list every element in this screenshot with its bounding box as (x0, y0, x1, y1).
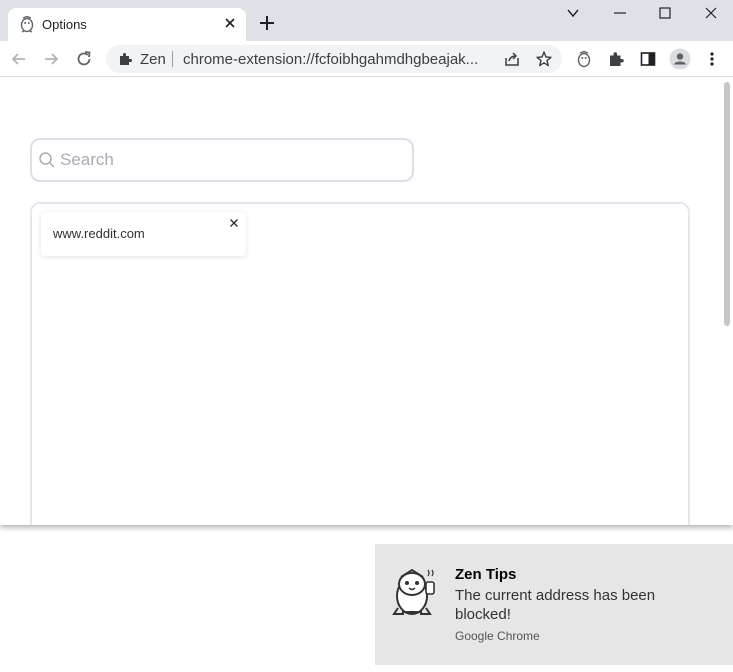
system-notification[interactable]: Zen Tips The current address has been bl… (375, 544, 733, 665)
zen-extension-penguin-icon[interactable] (575, 50, 593, 68)
search-input[interactable] (60, 149, 400, 171)
vertical-scrollbar[interactable] (724, 82, 730, 326)
browser-toolbar: Zen chrome-extension://fcfoibhgahmdhgbea… (0, 41, 733, 77)
zen-penguin-icon (20, 15, 34, 33)
new-tab-plus-icon[interactable] (258, 14, 276, 32)
notification-body: The current address has been blocked! (455, 587, 656, 623)
tab-title: Options (42, 17, 87, 32)
search-icon (39, 152, 55, 168)
side-panel-icon[interactable] (639, 50, 657, 68)
extensions-puzzle-icon[interactable] (607, 50, 625, 68)
more-vertical-icon[interactable] (703, 50, 721, 68)
tab-search-chevron-down-icon[interactable] (565, 5, 581, 21)
puzzle-piece-icon (120, 53, 132, 65)
blocked-sites-panel: www.reddit.com (30, 202, 690, 525)
zen-penguin-icon (392, 568, 435, 615)
remove-site-close-icon[interactable] (228, 217, 240, 229)
back-arrow-icon[interactable] (10, 50, 28, 68)
address-bar[interactable]: Zen chrome-extension://fcfoibhgahmdhgbea… (106, 45, 562, 73)
options-page: www.reddit.com (0, 78, 733, 525)
forward-arrow-icon[interactable] (42, 50, 60, 68)
bookmark-star-icon[interactable] (535, 50, 553, 68)
maximize-icon[interactable] (657, 5, 673, 21)
tab-options[interactable]: Options (8, 8, 246, 41)
tab-strip: Options (0, 0, 733, 41)
url-text[interactable]: chrome-extension://fcfoibhgahmdhgbeajak.… (183, 51, 493, 68)
notification-title: Zen Tips (455, 566, 517, 583)
blocked-site-label: www.reddit.com (53, 226, 145, 241)
address-separator (172, 51, 173, 67)
minimize-icon[interactable] (612, 5, 628, 21)
profile-avatar-icon[interactable] (669, 48, 691, 70)
search-box[interactable] (30, 138, 414, 182)
close-icon[interactable] (222, 15, 238, 31)
blocked-site-card: www.reddit.com (41, 212, 246, 256)
close-window-icon[interactable] (703, 5, 719, 21)
share-icon[interactable] (503, 50, 521, 68)
screen: Options Zen chrome-extension://fcfoibhga… (0, 0, 733, 672)
notification-source: Google Chrome (455, 629, 540, 643)
reload-icon[interactable] (75, 50, 93, 68)
extension-name-chip: Zen (140, 51, 166, 68)
browser-window: Options Zen chrome-extension://fcfoibhga… (0, 0, 733, 525)
